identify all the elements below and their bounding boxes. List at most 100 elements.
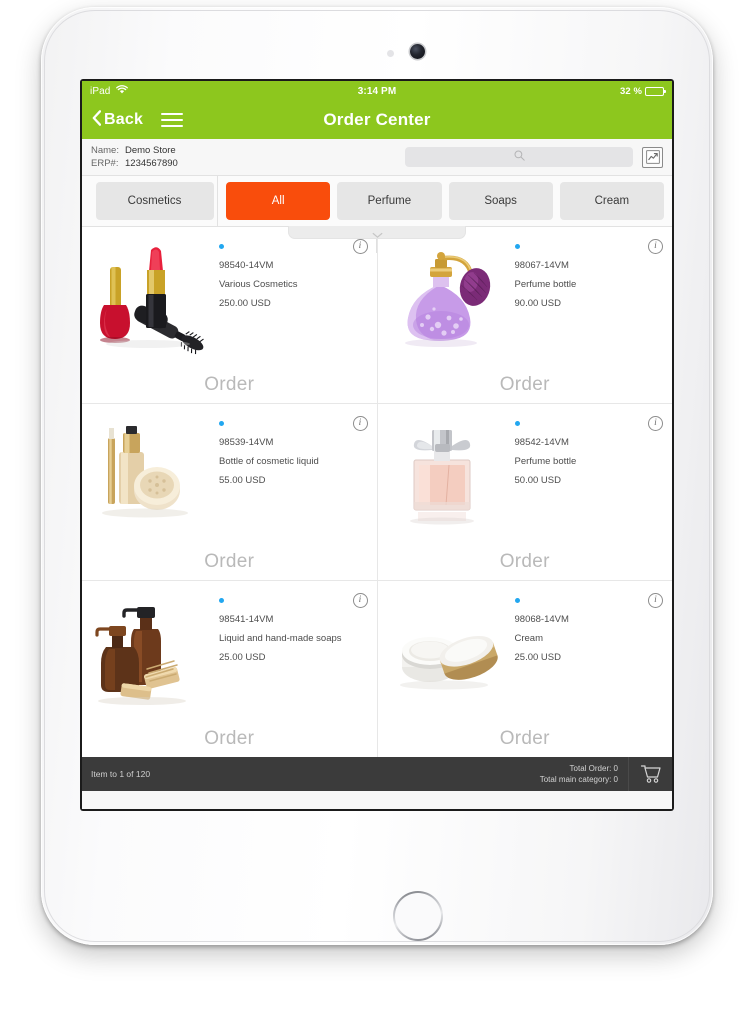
store-name-key: Name: <box>91 145 119 156</box>
navigation-bar: Back Order Center <box>82 101 672 139</box>
status-dot <box>514 421 520 426</box>
product-details: 98540-14VM Various Cosmetics 250.00 USD … <box>209 227 377 364</box>
total-order-label: Total Order: 0 <box>569 764 618 773</box>
product-price: 50.00 USD <box>514 475 561 486</box>
collapse-panel-handle[interactable] <box>288 226 466 239</box>
tablet-device-frame: iPad 3:14 PM 32 % Back Order Center Name… <box>41 7 713 945</box>
product-card[interactable]: 98541-14VM Liquid and hand-made soaps 25… <box>82 581 377 757</box>
tab-perfume[interactable]: Perfume <box>337 182 442 220</box>
battery-percent-label: 32 % <box>619 85 642 97</box>
pagination-status: Item to 1 of 120 <box>91 769 151 779</box>
product-details: 98542-14VM Perfume bottle 50.00 USD i <box>505 404 673 541</box>
product-card[interactable]: 98068-14VM Cream 25.00 USD i Order <box>378 581 673 757</box>
order-button[interactable]: Order <box>82 374 377 396</box>
product-card[interactable]: 98540-14VM Various Cosmetics 250.00 USD … <box>82 227 377 403</box>
product-sku: 98068-14VM <box>514 614 569 625</box>
home-button[interactable] <box>393 891 443 941</box>
product-price: 25.00 USD <box>219 652 266 663</box>
order-button[interactable]: Order <box>378 551 673 573</box>
tab-soaps-label: Soaps <box>484 195 517 207</box>
product-image-purple-perfume <box>378 227 505 364</box>
front-camera <box>410 44 425 59</box>
product-name: Perfume bottle <box>514 456 577 467</box>
subcategory-tabs: All Perfume Soaps Cream <box>218 182 672 220</box>
product-details: 98539-14VM Bottle of cosmetic liquid 55.… <box>209 404 377 541</box>
status-bar-right: 32 % <box>619 85 666 97</box>
product-name: Liquid and hand-made soaps <box>219 633 342 644</box>
product-name: Perfume bottle <box>514 279 577 290</box>
status-dot <box>219 421 224 426</box>
app-screen: iPad 3:14 PM 32 % Back Order Center Name… <box>82 81 672 809</box>
screen-bezel: iPad 3:14 PM 32 % Back Order Center Name… <box>80 79 674 811</box>
ios-status-bar: iPad 3:14 PM 32 % <box>82 81 672 101</box>
product-details: 98067-14VM Perfume bottle 90.00 USD i <box>505 227 673 364</box>
product-sku: 98541-14VM <box>219 614 274 625</box>
search-area <box>405 146 663 168</box>
footer-bar: Item to 1 of 120 Total Order: 0 Total ma… <box>82 757 672 791</box>
product-sku: 98542-14VM <box>514 437 569 448</box>
search-input-wrapper[interactable] <box>405 147 633 167</box>
product-grid: 98540-14VM Various Cosmetics 250.00 USD … <box>82 227 672 757</box>
status-dot <box>514 244 520 249</box>
status-bar-left: iPad <box>90 85 129 97</box>
sidebar-item-cosmetics[interactable]: Cosmetics <box>95 182 214 220</box>
product-price: 90.00 USD <box>514 298 561 309</box>
status-dot <box>219 598 224 603</box>
product-image-cosmetics <box>82 227 209 364</box>
product-price: 250.00 USD <box>219 298 271 309</box>
order-button[interactable]: Order <box>378 374 673 396</box>
product-sku: 98540-14VM <box>219 260 274 271</box>
back-button-label: Back <box>104 111 144 128</box>
tab-all[interactable]: All <box>226 182 331 220</box>
search-icon <box>514 148 525 166</box>
info-icon[interactable]: i <box>352 239 368 254</box>
product-details: 98541-14VM Liquid and hand-made soaps 25… <box>209 581 377 718</box>
category-tabs-bar: Cosmetics All Perfume Soaps Cream <box>82 175 672 253</box>
product-price: 25.00 USD <box>514 652 561 663</box>
product-details: 98068-14VM Cream 25.00 USD i <box>505 581 673 718</box>
store-erp-key: ERP#: <box>91 158 119 169</box>
status-dot <box>514 598 520 603</box>
store-info: Name: Demo Store ERP#: 1234567890 <box>91 144 178 170</box>
order-button[interactable]: Order <box>82 728 377 750</box>
back-button[interactable]: Back <box>92 109 144 131</box>
chart-image-icon[interactable] <box>642 146 663 168</box>
device-label: iPad <box>90 85 111 97</box>
tab-cream-label: Cream <box>594 195 630 207</box>
ambient-light-sensor <box>387 50 394 57</box>
main-category-label: Cosmetics <box>127 195 182 207</box>
store-erp-value: 1234567890 <box>125 158 178 169</box>
product-name: Various Cosmetics <box>219 279 298 290</box>
product-card[interactable]: 98539-14VM Bottle of cosmetic liquid 55.… <box>82 404 377 580</box>
tab-soaps[interactable]: Soaps <box>448 182 553 220</box>
store-name-value: Demo Store <box>125 145 176 156</box>
order-button[interactable]: Order <box>378 728 673 750</box>
info-icon[interactable]: i <box>352 416 368 431</box>
tab-cream[interactable]: Cream <box>559 182 664 220</box>
product-card[interactable]: 98542-14VM Perfume bottle 50.00 USD i Or… <box>378 404 673 580</box>
chevron-left-icon <box>92 109 102 131</box>
total-main-category-label: Total main category: 0 <box>539 775 618 784</box>
product-name: Bottle of cosmetic liquid <box>219 456 319 467</box>
shopping-cart-icon[interactable] <box>628 757 672 791</box>
product-name: Cream <box>514 633 544 644</box>
product-sku: 98539-14VM <box>219 437 274 448</box>
hamburger-menu-icon[interactable] <box>161 113 184 127</box>
tab-perfume-label: Perfume <box>367 195 412 207</box>
product-image-pink-perfume <box>378 404 505 541</box>
store-info-bar: Name: Demo Store ERP#: 1234567890 <box>82 139 672 176</box>
battery-icon <box>645 86 666 96</box>
info-icon[interactable]: i <box>648 416 663 431</box>
info-icon[interactable]: i <box>648 239 663 254</box>
info-icon[interactable]: i <box>352 593 368 608</box>
product-price: 55.00 USD <box>219 475 266 486</box>
product-image-foundation <box>82 404 209 541</box>
wifi-icon <box>116 85 129 97</box>
chevron-down-icon <box>372 226 383 244</box>
product-image-cream-jar <box>378 581 505 718</box>
product-card[interactable]: 98067-14VM Perfume bottle 90.00 USD i Or… <box>378 227 673 403</box>
status-dot <box>219 244 224 249</box>
tab-all-label: All <box>271 195 285 207</box>
info-icon[interactable]: i <box>648 593 663 608</box>
order-button[interactable]: Order <box>82 551 377 573</box>
